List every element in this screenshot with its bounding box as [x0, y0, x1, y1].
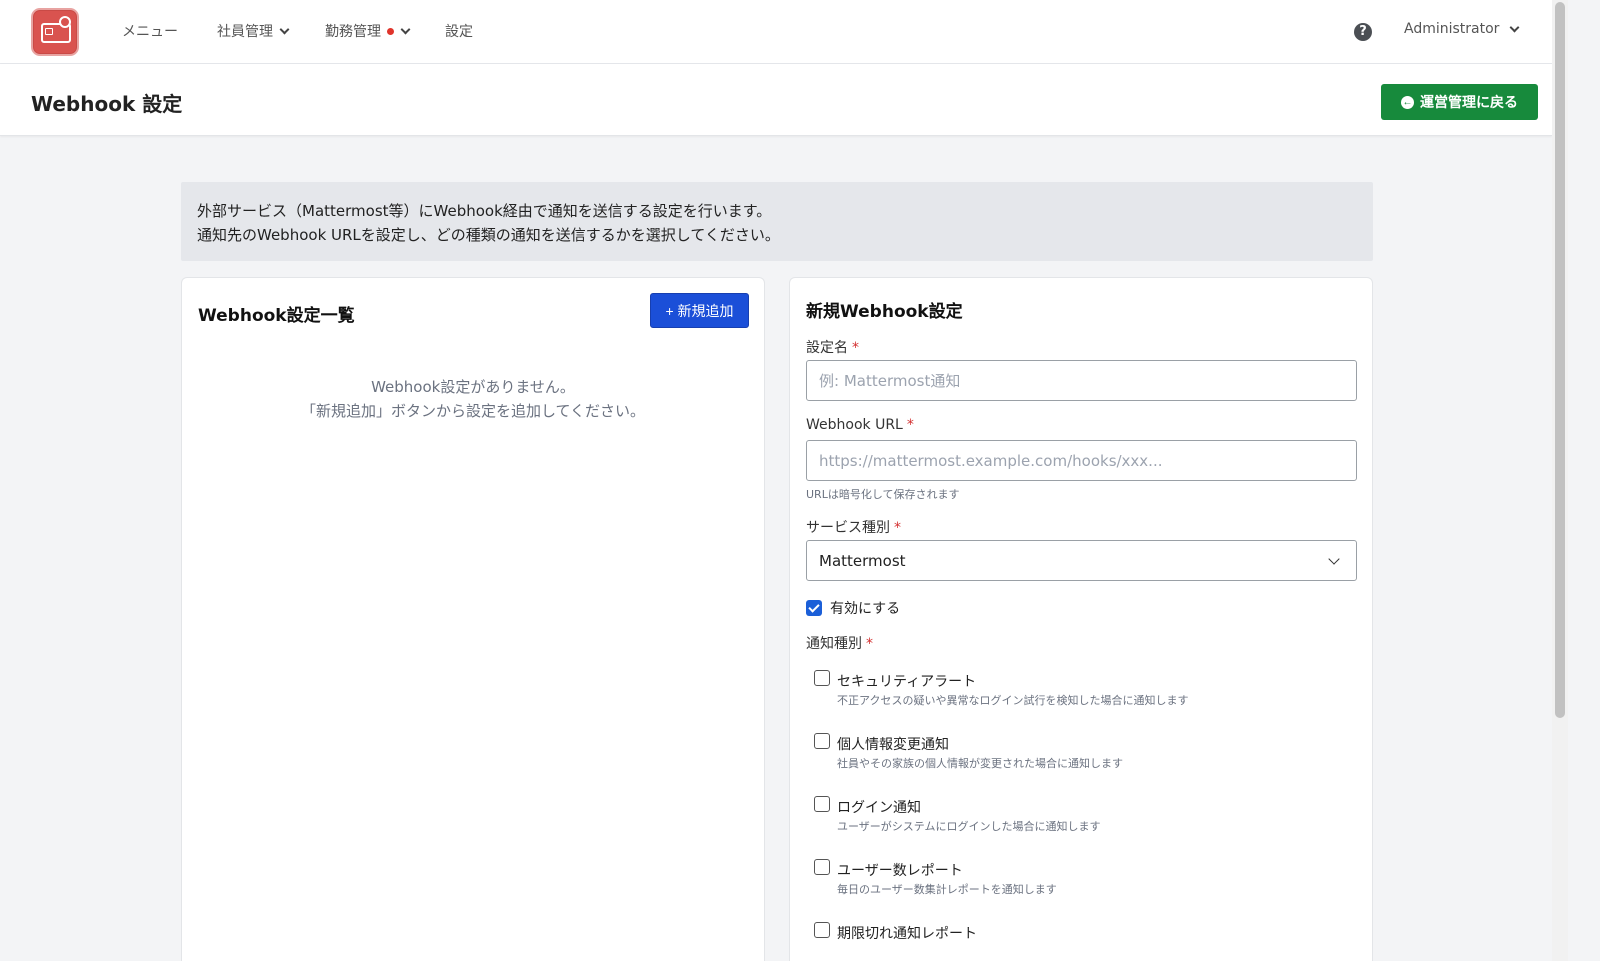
chevron-down-icon — [400, 24, 411, 34]
scrollbar-thumb[interactable] — [1555, 2, 1565, 718]
service-label: サービス種別 * — [806, 517, 901, 537]
nav-employee-label: 社員管理 — [217, 24, 273, 40]
nav-attendance-label: 勤務管理 — [325, 24, 381, 40]
service-select[interactable]: Mattermost — [806, 540, 1357, 581]
option-title: ログイン通知 — [837, 800, 921, 816]
page-header: Webhook 設定 ← 運営管理に戻る — [0, 64, 1552, 136]
user-name: Administrator — [1404, 21, 1500, 37]
enabled-checkbox[interactable] — [806, 600, 822, 616]
webhook-list-panel: Webhook設定一覧 + 新規追加 Webhook設定がありません。 「新規追… — [181, 277, 765, 961]
required-mark: * — [866, 636, 873, 652]
user-menu[interactable]: Administrator — [1404, 21, 1520, 37]
enabled-label: 有効にする — [830, 601, 901, 617]
nav-menu[interactable]: メニュー — [122, 21, 178, 41]
name-label-text: 設定名 — [806, 340, 848, 356]
option-title: セキュリティアラート — [837, 674, 977, 690]
nav-attendance-management[interactable]: 勤務管理 — [325, 21, 411, 41]
page-scrollbar[interactable] — [1552, 0, 1568, 961]
nav-menu-label: メニュー — [122, 24, 178, 40]
user-count-checkbox[interactable] — [814, 859, 830, 875]
name-input[interactable] — [806, 360, 1357, 401]
back-button-label: 運営管理に戻る — [1420, 94, 1518, 110]
url-label-text: Webhook URL — [806, 417, 903, 433]
arrow-left-circle-icon: ← — [1401, 95, 1414, 109]
personal-info-checkbox[interactable] — [814, 733, 830, 749]
webhook-list-title: Webhook設定一覧 — [198, 306, 355, 326]
enabled-toggle[interactable]: 有効にする — [806, 598, 900, 618]
info-banner: 外部サービス（Mattermost等）にWebhook経由で通知を送信する設定を… — [181, 182, 1373, 261]
required-mark: * — [906, 417, 914, 433]
url-label: Webhook URL * — [806, 417, 914, 433]
option-title: ユーザー数レポート — [837, 863, 963, 879]
name-label: 設定名 * — [806, 337, 859, 357]
empty-state: Webhook設定がありません。 「新規追加」ボタンから設定を追加してください。 — [182, 375, 764, 423]
required-mark: * — [852, 340, 859, 356]
service-label-text: サービス種別 — [806, 520, 890, 536]
info-line-1: 外部サービス（Mattermost等）にWebhook経由で通知を送信する設定を… — [197, 202, 772, 220]
webhook-form-panel: 新規Webhook設定 設定名* Webhook URL* URLは暗号化して保… — [789, 277, 1373, 961]
url-hint: URLは暗号化して保存されます — [806, 488, 960, 501]
nav-employee-management[interactable]: 社員管理 — [217, 21, 290, 41]
empty-line-2: 「新規追加」ボタンから設定を追加してください。 — [300, 402, 646, 420]
option-desc: ユーザーがシステムにログインした場合に通知します — [837, 820, 1101, 833]
option-desc: 不正アクセスの疑いや異常なログイン試行を検知した場合に通知します — [837, 694, 1189, 707]
add-webhook-button[interactable]: + 新規追加 — [650, 293, 749, 328]
top-navbar: メニュー 社員管理 勤務管理 設定 ? Administrator — [0, 0, 1552, 64]
chevron-down-icon — [1509, 22, 1520, 32]
info-line-2: 通知先のWebhook URLを設定し、どの種類の通知を送信するかを選択してくだ… — [197, 226, 780, 244]
login-checkbox[interactable] — [814, 796, 830, 812]
page-title: Webhook 設定 — [31, 92, 183, 116]
option-title: 期限切れ通知レポート — [837, 926, 977, 942]
notification-dot — [387, 27, 394, 35]
notify-type-label-text: 通知種別 — [806, 636, 862, 652]
form-title: 新規Webhook設定 — [806, 302, 963, 322]
chevron-down-icon — [279, 24, 290, 34]
chevron-down-icon — [1328, 552, 1340, 565]
option-desc: 毎日のユーザー数集計レポートを通知します — [837, 883, 1057, 896]
service-select-value: Mattermost — [819, 551, 906, 570]
webhook-url-input[interactable] — [806, 440, 1357, 481]
app-logo[interactable] — [31, 8, 79, 56]
empty-line-1: Webhook設定がありません。 — [371, 378, 575, 396]
security-alert-checkbox[interactable] — [814, 670, 830, 686]
lock-icon — [59, 16, 71, 28]
expiry-checkbox[interactable] — [814, 922, 830, 938]
nav-settings-label: 設定 — [445, 24, 473, 40]
question-circle-icon[interactable]: ? — [1354, 23, 1372, 41]
required-mark: * — [894, 520, 901, 536]
nav-settings[interactable]: 設定 — [445, 21, 473, 41]
option-desc: 社員やその家族の個人情報が変更された場合に通知します — [837, 757, 1123, 770]
notify-type-label: 通知種別 * — [806, 633, 873, 653]
option-title: 個人情報変更通知 — [837, 737, 949, 753]
back-to-admin-button[interactable]: ← 運営管理に戻る — [1381, 84, 1538, 120]
